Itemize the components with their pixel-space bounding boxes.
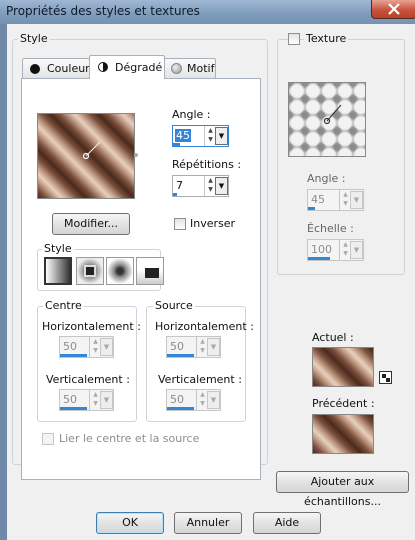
- chevron-down-icon[interactable]: ▼: [100, 391, 113, 409]
- source-v-value[interactable]: 50: [170, 393, 184, 406]
- gradient-preview[interactable]: [37, 113, 135, 199]
- texture-scale-fill-bar: [308, 257, 330, 260]
- chevron-down-icon[interactable]: ▼: [350, 241, 363, 259]
- filled-circle-icon: [30, 64, 40, 74]
- window-title: Propriétés des styles et textures: [6, 4, 200, 18]
- texture-preview[interactable]: [288, 82, 366, 157]
- link-label: Lier le centre et la source: [59, 432, 200, 445]
- tab-motif[interactable]: Motif: [164, 58, 216, 78]
- radial-icon: [145, 268, 159, 278]
- actuel-label: Actuel :: [312, 331, 354, 344]
- add-to-swatches-button[interactable]: Ajouter aux échantillons...: [276, 471, 409, 508]
- centre-h-value[interactable]: 50: [63, 340, 77, 353]
- tab-couleur[interactable]: Couleur: [22, 58, 90, 78]
- chevron-down-icon[interactable]: ▼: [100, 338, 113, 356]
- centre-v-spinner[interactable]: 50 ▲ ▼ ▼: [59, 389, 114, 411]
- style-group-label: Style: [18, 32, 50, 45]
- centre-h-label: Horizontalement :: [42, 320, 141, 333]
- close-button[interactable]: [371, 0, 415, 19]
- centre-v-label: Verticalement :: [46, 373, 130, 386]
- tab-degrade[interactable]: Dégradé: [89, 55, 165, 79]
- chevron-down-icon[interactable]: ▼: [207, 338, 220, 356]
- tab-couleur-label: Couleur: [47, 62, 90, 75]
- texture-angle-fill-bar: [308, 207, 315, 210]
- invert-label: Inverser: [190, 217, 236, 230]
- chevron-down-icon[interactable]: ▼: [215, 127, 228, 145]
- texture-scale-spinner[interactable]: 100 ▲ ▼ ▼: [307, 239, 364, 261]
- source-label: Source: [153, 299, 195, 312]
- style-sunburst-button[interactable]: [106, 257, 134, 285]
- chevron-down-icon[interactable]: ▼: [207, 391, 220, 409]
- pattern-sphere-icon: [171, 63, 182, 74]
- texture-angle-spinner[interactable]: 45 ▲ ▼ ▼: [307, 189, 364, 211]
- close-icon: [388, 3, 400, 15]
- source-h-fill-bar: [167, 354, 194, 357]
- precedent-swatch[interactable]: [312, 414, 374, 454]
- centre-h-spinner[interactable]: 50 ▲ ▼ ▼: [59, 336, 114, 358]
- texture-scale-label: Échelle :: [307, 222, 354, 235]
- ok-button[interactable]: OK: [96, 512, 164, 534]
- tab-motif-label: Motif: [187, 62, 215, 75]
- cancel-button[interactable]: Annuler: [174, 512, 242, 534]
- modify-button[interactable]: Modifier...: [52, 213, 130, 235]
- centre-label: Centre: [43, 299, 84, 312]
- source-v-fill-bar: [167, 407, 194, 410]
- precedent-label: Précédent :: [312, 397, 375, 410]
- angle-fill-bar: [173, 143, 180, 146]
- help-button[interactable]: Aide: [253, 512, 321, 534]
- gradient-style-label: Style: [42, 242, 74, 255]
- link-checkbox[interactable]: [42, 433, 54, 445]
- source-v-spinner[interactable]: 50 ▲ ▼ ▼: [166, 389, 221, 411]
- style-radial-button[interactable]: [136, 257, 164, 285]
- centre-h-fill-bar: [60, 354, 87, 357]
- source-h-label: Horizontalement :: [155, 320, 254, 333]
- style-linear-button[interactable]: [44, 257, 72, 285]
- chevron-down-icon[interactable]: ▼: [215, 177, 228, 195]
- texture-label: Texture: [304, 32, 349, 45]
- invert-checkbox[interactable]: [174, 218, 186, 230]
- repetitions-label: Répétitions :: [172, 158, 242, 171]
- repetitions-spinner[interactable]: 7 ▲ ▼ ▼: [172, 175, 229, 197]
- texture-checkbox[interactable]: [288, 33, 300, 45]
- centre-v-value[interactable]: 50: [63, 393, 77, 406]
- angle-handle-icon: [82, 141, 101, 160]
- angle-spinner[interactable]: 45 ▲ ▼ ▼: [172, 125, 229, 147]
- source-h-spinner[interactable]: 50 ▲ ▼ ▼: [166, 336, 221, 358]
- texture-angle-label: Angle :: [307, 172, 346, 185]
- source-h-value[interactable]: 50: [170, 340, 184, 353]
- texture-scale-value[interactable]: 100: [311, 243, 332, 256]
- style-rectangular-button[interactable]: [76, 257, 104, 285]
- half-circle-icon: [98, 62, 108, 72]
- actuel-swatch[interactable]: [312, 347, 374, 387]
- angle-value[interactable]: 45: [175, 129, 191, 142]
- texture-angle-value[interactable]: 45: [311, 193, 325, 206]
- chevron-down-icon[interactable]: ▼: [350, 191, 363, 209]
- repetitions-value[interactable]: 7: [176, 179, 183, 192]
- source-v-label: Verticalement :: [158, 373, 242, 386]
- texture-angle-handle-icon: [323, 104, 342, 125]
- repetitions-fill-bar: [173, 193, 177, 196]
- centre-v-fill-bar: [60, 407, 87, 410]
- swap-icon[interactable]: [379, 371, 392, 384]
- preview-expand-handle[interactable]: [134, 153, 138, 157]
- rectangular-icon: [84, 265, 96, 277]
- angle-label: Angle :: [172, 108, 211, 121]
- tab-degrade-label: Dégradé: [115, 61, 163, 74]
